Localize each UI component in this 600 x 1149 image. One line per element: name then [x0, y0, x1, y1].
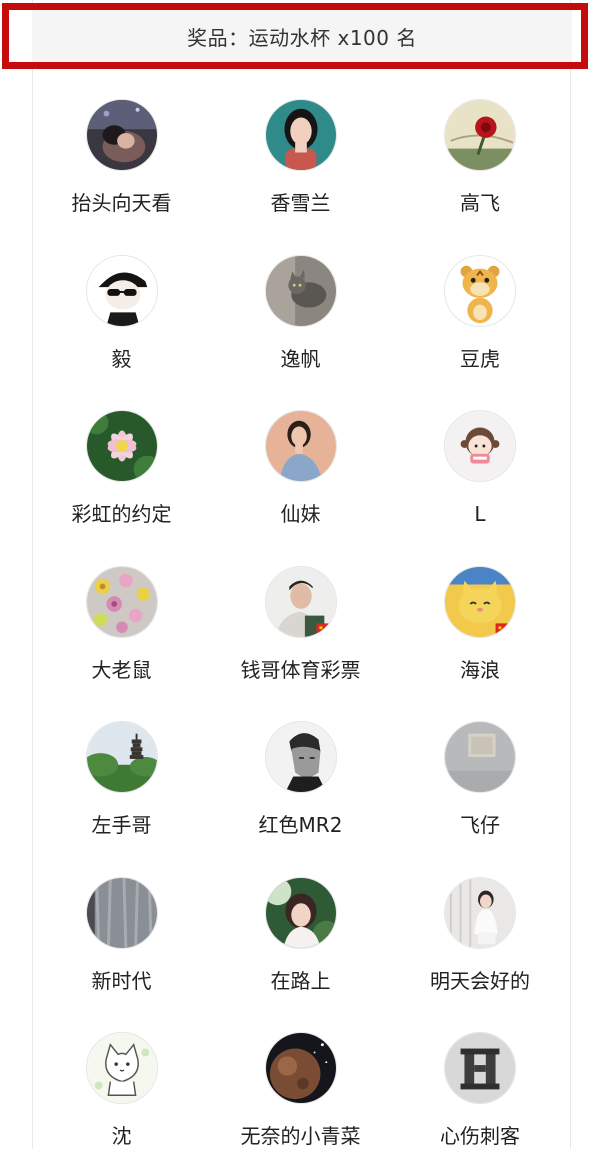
- planet-space-icon: [264, 1032, 337, 1104]
- winner-name: 逸帆: [280, 346, 321, 371]
- winner-name: 红色MR2: [258, 813, 343, 837]
- woman-portrait-icon: [264, 410, 337, 482]
- cartoon-tiger-icon: [444, 254, 516, 327]
- winner-item[interactable]: 钱哥体育彩票: [211, 547, 390, 703]
- winner-name: 明天会好的: [430, 968, 530, 993]
- rose-book-icon: [444, 99, 516, 171]
- cartoon-sunglasses-boy-icon: [85, 254, 158, 327]
- lucky-cat-flag-icon: [444, 565, 516, 638]
- winner-name: 沈: [111, 1124, 132, 1148]
- winner-name: 高飞: [460, 191, 500, 215]
- winner-item[interactable]: 海浪: [390, 547, 570, 703]
- winner-item[interactable]: 香雪兰: [211, 80, 390, 236]
- winner-name: 毅: [111, 346, 132, 371]
- winner-name: 彩虹的约定: [71, 502, 172, 526]
- winner-name: 无奈的小青菜: [240, 1124, 361, 1148]
- winner-item[interactable]: 高飞: [390, 80, 570, 236]
- winner-name: 海浪: [460, 657, 500, 682]
- winner-item[interactable]: 沈: [32, 1013, 211, 1149]
- wall-poster-icon: [444, 721, 516, 793]
- winner-item[interactable]: 飞仔: [390, 702, 570, 858]
- winner-item[interactable]: L: [390, 391, 570, 547]
- winner-item[interactable]: 豆虎: [390, 236, 570, 392]
- winner-item[interactable]: 大老鼠: [32, 547, 211, 703]
- winner-name: 在路上: [270, 968, 331, 993]
- pagoda-landscape-icon: [85, 721, 158, 793]
- girl-portrait-icon: [264, 99, 337, 171]
- winner-name: 左手哥: [91, 813, 152, 837]
- winner-item[interactable]: 彩虹的约定: [32, 391, 211, 547]
- right-divider: [570, 0, 571, 1149]
- hermes-logo-icon: [444, 1032, 516, 1104]
- winner-name: 大老鼠: [91, 657, 152, 682]
- prize-highlight-frame: 奖品：运动水杯 x100 名: [2, 3, 588, 69]
- man-selfie-flag-icon: [264, 565, 337, 638]
- winner-item[interactable]: 红色MR2: [211, 702, 390, 858]
- winners-page: 奖品：运动水杯 x100 名 抬头向天看 香雪兰 高飞 毅 逸帆 豆虎 彩虹的约…: [0, 0, 600, 1149]
- winner-name: 仙妹: [280, 502, 321, 526]
- girl-sitting-icon: [444, 876, 516, 949]
- winner-item[interactable]: 心伤刺客: [390, 1013, 570, 1149]
- girl-night-photo-icon: [85, 99, 158, 171]
- winner-name: L: [474, 502, 486, 526]
- curtain-texture-icon: [85, 876, 158, 949]
- winner-name: 豆虎: [460, 346, 500, 371]
- woman-hat-portrait-icon: [264, 876, 337, 949]
- paper-flowers-icon: [85, 565, 158, 638]
- lotus-flower-icon: [85, 410, 158, 482]
- winner-item[interactable]: 新时代: [32, 858, 211, 1014]
- winner-name: 新时代: [91, 968, 152, 993]
- winner-item[interactable]: 在路上: [211, 858, 390, 1014]
- winner-item[interactable]: 抬头向天看: [32, 80, 211, 236]
- winner-name: 心伤刺客: [440, 1124, 520, 1148]
- winner-name: 钱哥体育彩票: [240, 657, 361, 682]
- winner-item[interactable]: 逸帆: [211, 236, 390, 392]
- winner-item[interactable]: 左手哥: [32, 702, 211, 858]
- winner-name: 香雪兰: [270, 191, 331, 215]
- kitten-photo-icon: [264, 254, 337, 327]
- man-bw-portrait-icon: [264, 721, 337, 793]
- winner-item[interactable]: 明天会好的: [390, 858, 570, 1014]
- cartoon-girl-icon: [444, 410, 516, 482]
- winner-item[interactable]: 仙妹: [211, 391, 390, 547]
- winner-name: 抬头向天看: [71, 191, 172, 215]
- winner-grid: 抬头向天看 香雪兰 高飞 毅 逸帆 豆虎 彩虹的约定 仙妹 L 大老鼠 钱哥体育…: [32, 80, 570, 1149]
- winner-item[interactable]: 无奈的小青菜: [211, 1013, 390, 1149]
- cartoon-cat-icon: [85, 1032, 158, 1104]
- winner-item[interactable]: 毅: [32, 236, 211, 392]
- winner-name: 飞仔: [460, 813, 500, 837]
- prize-banner: 奖品：运动水杯 x100 名: [32, 10, 572, 62]
